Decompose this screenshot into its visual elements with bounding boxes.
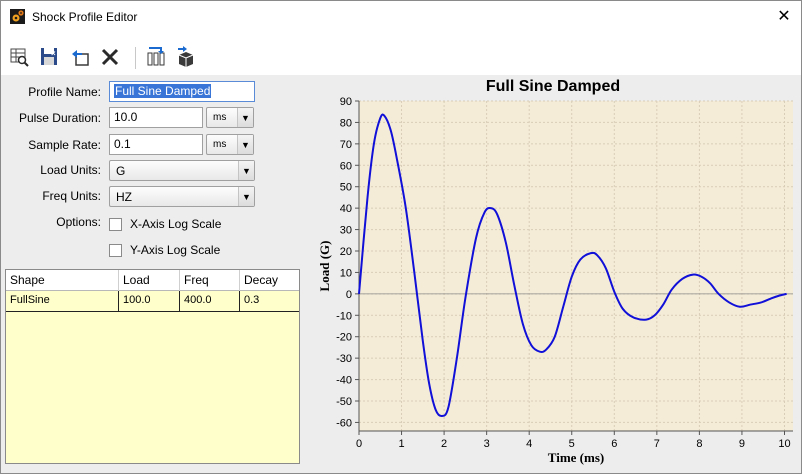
x-axis-log-scale-checkbox[interactable]: X-Axis Log Scale xyxy=(109,217,221,231)
sample-rate-value: 0.1 xyxy=(114,137,131,151)
delete-button[interactable] xyxy=(97,44,123,70)
y-tick-label: 40 xyxy=(340,203,352,215)
pulse-duration-label: Pulse Duration: xyxy=(18,111,101,125)
y-tick-label: -50 xyxy=(336,396,352,408)
cell-load[interactable]: 100.0 xyxy=(119,291,180,311)
svg-text:×: × xyxy=(51,49,56,58)
load-units-value: G xyxy=(116,164,126,178)
import-button[interactable] xyxy=(143,44,169,70)
sample-rate-unit-select[interactable]: ms ▼ xyxy=(206,134,254,155)
x-tick-label: 4 xyxy=(526,438,532,450)
chevron-down-icon: ▼ xyxy=(237,108,253,127)
cell-decay[interactable]: 0.3 xyxy=(240,291,299,311)
chevron-down-icon: ▼ xyxy=(238,161,254,180)
freq-units-select[interactable]: HZ ▼ xyxy=(109,186,255,207)
checkbox-box xyxy=(109,217,122,231)
x-axis-log-scale-label: X-Axis Log Scale xyxy=(130,217,222,231)
y-tick-label: 80 xyxy=(340,117,352,129)
y-tick-label: 10 xyxy=(340,267,352,279)
table-view-icon xyxy=(10,48,29,67)
y-tick-label: 60 xyxy=(340,160,352,172)
y-tick-label: 50 xyxy=(340,182,352,194)
shock-profile-editor-window: Shock Profile Editor ✕ × Profile Name: F… xyxy=(0,0,802,474)
toolbar: × xyxy=(1,41,801,75)
column-header-load[interactable]: Load xyxy=(119,270,180,291)
save-icon: × xyxy=(41,48,57,65)
y-tick-label: 30 xyxy=(340,225,352,237)
shape-table: Shape Load Freq Decay FullSine 100.0 400… xyxy=(5,269,300,464)
toolbar-separator xyxy=(135,47,136,69)
import-icon xyxy=(147,47,165,66)
y-tick-label: -40 xyxy=(336,375,352,387)
x-tick-label: 3 xyxy=(484,438,490,450)
freq-units-label: Freq Units: xyxy=(42,189,101,203)
export-button[interactable] xyxy=(173,44,199,70)
y-tick-label: -20 xyxy=(336,332,352,344)
app-gear-icon xyxy=(10,9,25,24)
x-tick-label: 6 xyxy=(611,438,617,450)
x-tick-label: 1 xyxy=(398,438,404,450)
sample-rate-label: Sample Rate: xyxy=(28,138,101,152)
load-time-chart: 0 1 2 3 4 5 6 7 8 9 10 90 80 70 60 50 40 30 20 10 0 -10 -20 -30… xyxy=(317,96,793,465)
export-icon xyxy=(178,46,194,67)
load-units-label: Load Units: xyxy=(40,163,101,177)
chevron-down-icon: ▼ xyxy=(237,135,253,154)
y-tick-label: 20 xyxy=(340,246,352,258)
chevron-down-icon: ▼ xyxy=(238,187,254,206)
x-tick-label: 5 xyxy=(569,438,575,450)
x-tick-label: 10 xyxy=(778,438,790,450)
save-button[interactable]: × xyxy=(37,44,63,70)
sample-rate-unit: ms xyxy=(213,139,227,150)
y-tick-label: 0 xyxy=(346,289,352,301)
profile-form-panel: Profile Name: Full Sine Damped Pulse Dur… xyxy=(1,75,305,473)
y-axis-log-scale-checkbox[interactable]: Y-Axis Log Scale xyxy=(109,243,220,257)
x-axis-label: Time (ms) xyxy=(548,450,604,465)
checkbox-box xyxy=(109,243,122,257)
profile-name-label: Profile Name: xyxy=(28,85,101,99)
pulse-duration-field[interactable]: 10.0 xyxy=(109,107,203,128)
column-header-decay[interactable]: Decay xyxy=(240,270,299,291)
column-header-freq[interactable]: Freq xyxy=(180,270,240,291)
options-label: Options: xyxy=(56,215,101,229)
chart-panel: 0 1 2 3 4 5 6 7 8 9 10 90 80 70 60 50 40 30 20 10 0 -10 -20 -30… xyxy=(305,75,801,473)
freq-units-value: HZ xyxy=(116,190,132,204)
window-title: Shock Profile Editor xyxy=(32,10,138,24)
table-header: Shape Load Freq Decay xyxy=(6,270,299,291)
profile-name-field[interactable]: Full Sine Damped xyxy=(109,81,255,102)
y-axis-log-scale-label: Y-Axis Log Scale xyxy=(130,243,221,257)
close-icon: ✕ xyxy=(777,8,791,25)
y-tick-label: 90 xyxy=(340,96,352,108)
chart-title: Full Sine Damped xyxy=(485,78,621,95)
y-tick-label: -60 xyxy=(336,417,352,429)
cell-freq[interactable]: 400.0 xyxy=(180,291,240,311)
table-row[interactable]: FullSine 100.0 400.0 0.3 xyxy=(6,291,299,312)
title-bar: Shock Profile Editor ✕ xyxy=(1,1,801,31)
close-button[interactable]: ✕ xyxy=(771,5,797,27)
cell-shape[interactable]: FullSine xyxy=(6,291,119,311)
profile-name-value: Full Sine Damped xyxy=(114,84,212,98)
x-tick-label: 0 xyxy=(356,438,362,450)
y-axis-label: Load (G) xyxy=(317,241,332,292)
column-header-shape[interactable]: Shape xyxy=(6,270,119,291)
table-view-button[interactable] xyxy=(7,44,33,70)
undo-button[interactable] xyxy=(67,44,93,70)
undo-icon xyxy=(72,50,89,66)
sample-rate-field[interactable]: 0.1 xyxy=(109,134,203,155)
y-tick-label: -30 xyxy=(336,353,352,365)
pulse-duration-unit: ms xyxy=(213,112,227,123)
load-units-select[interactable]: G ▼ xyxy=(109,160,255,181)
x-tick-label: 9 xyxy=(739,438,745,450)
pulse-duration-unit-select[interactable]: ms ▼ xyxy=(206,107,254,128)
x-tick-label: 2 xyxy=(441,438,447,450)
pulse-duration-value: 10.0 xyxy=(114,110,138,124)
y-tick-label: 70 xyxy=(340,139,352,151)
y-tick-label: -10 xyxy=(336,310,352,322)
delete-icon xyxy=(101,48,119,66)
x-tick-label: 8 xyxy=(696,438,702,450)
x-tick-label: 7 xyxy=(654,438,660,450)
